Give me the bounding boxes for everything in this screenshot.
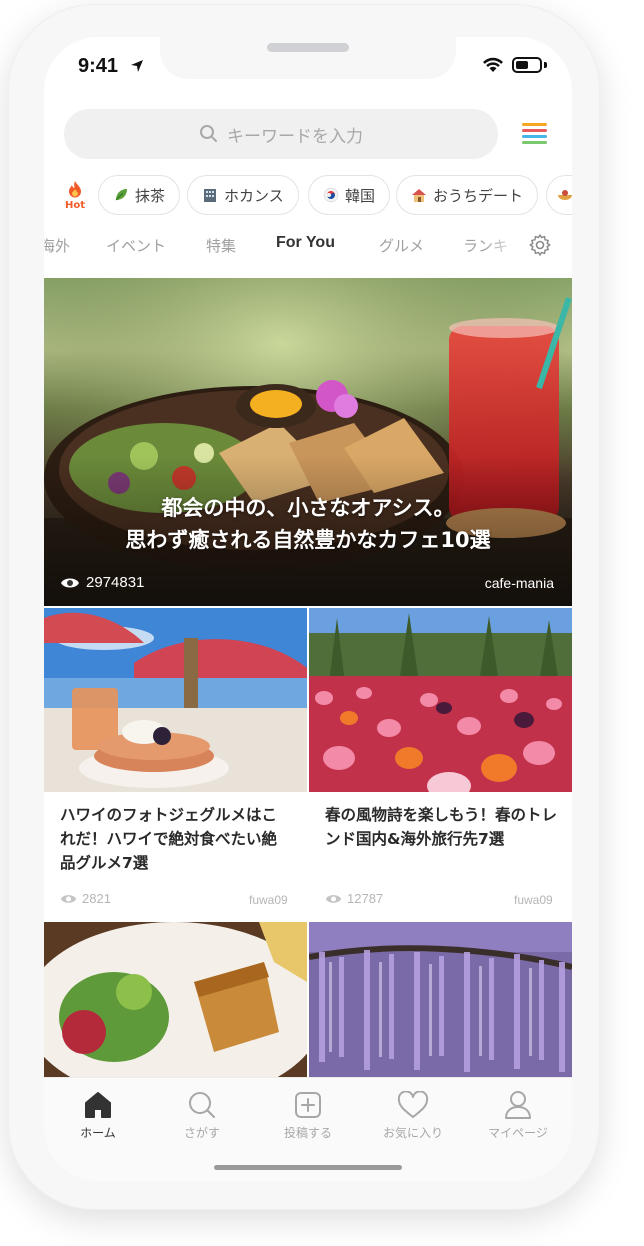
card-view-count: 2821	[82, 891, 111, 906]
chip-matcha[interactable]: 抹茶	[98, 175, 181, 215]
home-indicator	[214, 1165, 402, 1170]
search-placeholder: キーワードを入力	[227, 126, 363, 147]
tab-gourmet[interactable]: グルメ	[379, 235, 424, 256]
menu-line	[522, 135, 547, 138]
tab-overseas[interactable]: 海外	[44, 235, 70, 256]
plus-square-icon	[295, 1092, 321, 1118]
eye-icon	[61, 578, 79, 587]
hotel-icon	[204, 189, 216, 202]
tabbar-mypage[interactable]: マイページ	[470, 1088, 566, 1141]
food-bowl-icon	[558, 190, 572, 200]
tulip-field-photo	[309, 608, 572, 792]
menu-line	[522, 129, 547, 132]
hero-view-count: 2974831	[86, 574, 145, 591]
hero-title: 都会の中の、小さなオアシス。 思わず癒される自然豊かなカフェ10選	[44, 492, 572, 556]
hero-author[interactable]: cafe-mania	[485, 575, 554, 591]
card-image[interactable]	[44, 608, 307, 792]
phone-frame: 9:41 キーワードを入力 Hot 抹茶 ホカンス 韓国 おうちデート 海外 イ…	[8, 4, 600, 1210]
eye-icon	[325, 894, 342, 903]
eye-icon	[60, 894, 77, 903]
chip-label: ホカンス	[224, 186, 284, 205]
home-icon	[85, 1092, 111, 1118]
card-view-count: 12787	[347, 891, 384, 906]
tabbar-label: ホーム	[80, 1126, 116, 1140]
hero-title-line1: 都会の中の、小さなオアシス。	[161, 496, 455, 520]
tabbar-search[interactable]: さがす	[154, 1088, 250, 1141]
battery-tip	[544, 62, 547, 68]
tab-for-you[interactable]: For You	[276, 234, 335, 252]
tabbar-post[interactable]: 投稿する	[260, 1088, 356, 1141]
card-image[interactable]	[44, 922, 307, 1077]
notch	[160, 37, 456, 79]
tabbar-label: マイページ	[488, 1126, 548, 1140]
status-time: 9:41	[78, 55, 119, 77]
search-icon	[199, 124, 219, 144]
menu-icon[interactable]	[522, 123, 547, 145]
matcha-leaf-icon	[115, 189, 127, 201]
hot-label: Hot	[64, 200, 86, 211]
battery-icon	[512, 57, 542, 73]
tabbar-label: さがす	[183, 1126, 220, 1140]
app-screen: 9:41 キーワードを入力 Hot 抹茶 ホカンス 韓国 おうちデート 海外 イ…	[44, 37, 572, 1181]
tabbar-favorites[interactable]: お気に入り	[365, 1088, 461, 1141]
hero-title-line2: 思わず癒される自然豊かなカフェ10選	[125, 528, 491, 552]
quiche-plate-photo	[44, 922, 307, 1077]
menu-line	[522, 123, 547, 126]
card-image[interactable]	[309, 922, 572, 1077]
gear-icon[interactable]	[528, 233, 552, 257]
chip-label: おうちデート	[433, 186, 524, 205]
tabbar-label: 投稿する	[283, 1126, 332, 1140]
card-image[interactable]	[309, 608, 572, 792]
hawaii-pancake-photo	[44, 608, 307, 792]
card-title[interactable]: 春の風物詩を楽しもう！春のトレンド国内&海外旅行先7選	[325, 803, 560, 851]
hero-article[interactable]: 都会の中の、小さなオアシス。 思わず癒される自然豊かなカフェ10選 297483…	[44, 278, 572, 606]
card-author[interactable]: fuwa09	[514, 893, 553, 907]
search-icon	[189, 1092, 216, 1119]
chip-label: 抹茶	[135, 186, 166, 205]
tabbar-home[interactable]: ホーム	[50, 1088, 146, 1141]
chip-hocance[interactable]: ホカンス	[187, 175, 299, 215]
card-title[interactable]: ハワイのフォトジェグルメはこれだ！ハワイで絶対食べたい絶品グルメ7選	[60, 803, 290, 875]
card-views: 12787	[325, 891, 383, 906]
wifi-icon	[483, 57, 503, 72]
chip-more[interactable]	[546, 175, 572, 215]
tabbar-label: お気に入り	[382, 1126, 443, 1140]
card-author[interactable]: fuwa09	[249, 893, 288, 907]
korea-icon	[323, 187, 339, 203]
search-input[interactable]: キーワードを入力	[64, 109, 498, 159]
tab-feature[interactable]: 特集	[206, 235, 236, 256]
chip-label: 韓国	[345, 186, 376, 205]
house-icon	[412, 189, 426, 202]
location-arrow-icon	[131, 60, 143, 72]
menu-line	[522, 141, 547, 144]
heart-icon	[397, 1091, 429, 1118]
wisteria-photo	[309, 922, 572, 1077]
speaker	[267, 43, 349, 52]
card-views: 2821	[60, 891, 111, 906]
hero-views: 2974831	[60, 574, 144, 591]
chip-ouchi-date[interactable]: おうちデート	[396, 175, 539, 215]
category-tabs: 海外 イベント 特集 For You グルメ ランキ	[44, 231, 572, 261]
tab-event[interactable]: イベント	[106, 235, 166, 256]
chip-korea[interactable]: 韓国	[308, 175, 391, 215]
flame-icon	[69, 181, 81, 198]
person-icon	[505, 1091, 531, 1119]
hot-badge[interactable]: Hot	[62, 180, 88, 211]
